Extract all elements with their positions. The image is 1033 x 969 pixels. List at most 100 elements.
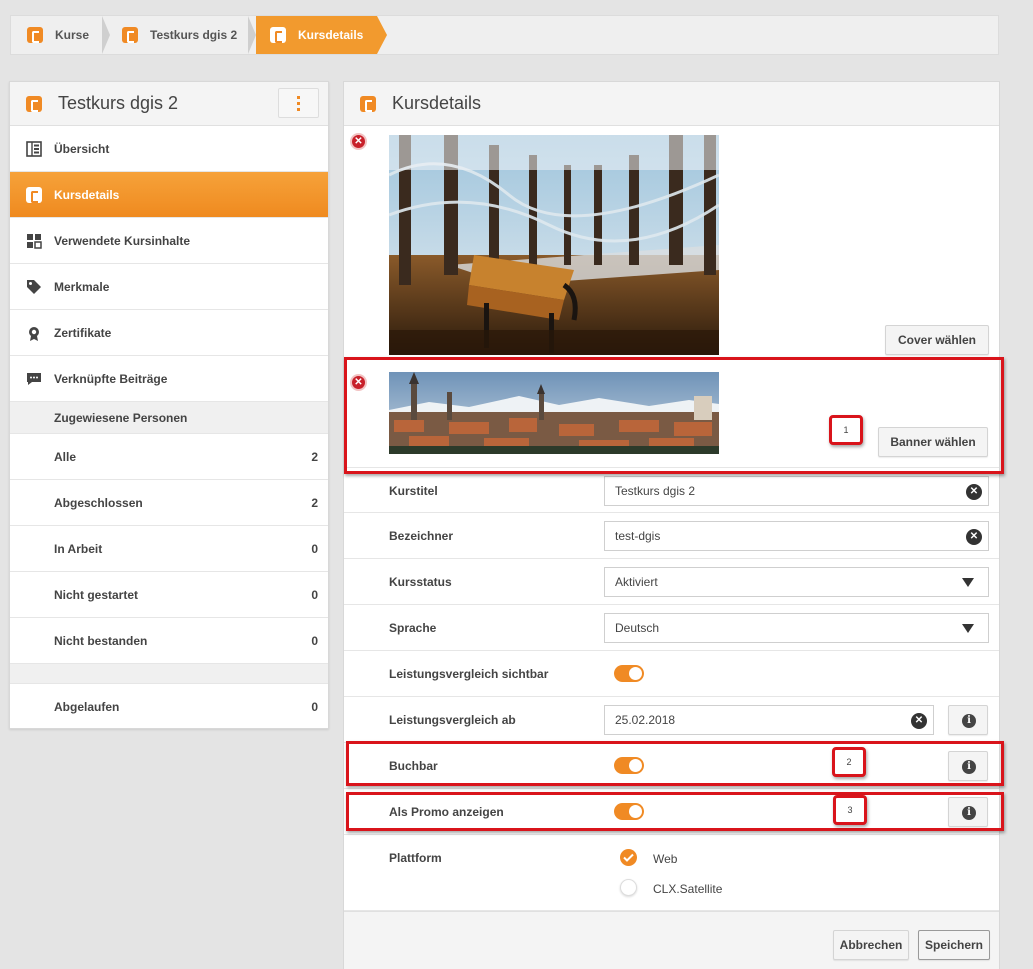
comparison-date-input[interactable]: 25.02.2018 ✕ [604, 705, 934, 735]
breadcrumb-course[interactable]: Testkurs dgis 2 [122, 16, 262, 54]
platform-web-checkbox[interactable] [620, 849, 637, 866]
count-item-abgelaufen[interactable]: Abgelaufen 0 [10, 684, 328, 730]
count-item-nicht-gestartet[interactable]: Nicht gestartet 0 [10, 572, 328, 618]
course-icon [360, 95, 376, 112]
count-item-nicht-bestanden[interactable]: Nicht bestanden 0 [10, 618, 328, 664]
sidebar-item-uebersicht[interactable]: Übersicht [10, 126, 328, 172]
breadcrumb-label: Kurse [55, 28, 90, 42]
count-label: Nicht gestartet [54, 587, 139, 602]
count-value: 0 [311, 633, 318, 648]
platform-satellite-checkbox[interactable] [620, 879, 637, 896]
count-item-abgeschlossen[interactable]: Abgeschlossen 2 [10, 480, 328, 526]
sidebar-title: Testkurs dgis 2 [58, 93, 179, 113]
form-row-sprache: Sprache Deutsch [344, 605, 999, 651]
content-icon [26, 233, 42, 249]
count-value: 2 [311, 495, 318, 510]
field-label: Kurstitel [389, 484, 438, 498]
identifier-input[interactable]: test-dgis ✕ [604, 521, 989, 551]
annotation-badge: 2 [832, 747, 866, 777]
count-value: 0 [311, 700, 318, 714]
input-value: 25.02.2018 [615, 713, 676, 727]
count-label: Nicht bestanden [54, 633, 148, 648]
kebab-menu-button[interactable] [278, 88, 319, 118]
breadcrumb: Kurse Testkurs dgis 2 Kursdetails [10, 15, 999, 55]
platform-option-label: CLX.Satellite [653, 882, 723, 896]
divider [10, 664, 328, 684]
course-status-select[interactable]: Aktiviert [604, 567, 989, 597]
caret-down-icon [962, 578, 974, 587]
clear-icon[interactable]: ✕ [911, 713, 927, 729]
form-row-leistung-ab: Leistungsvergleich ab 25.02.2018 ✕ i [344, 697, 999, 743]
form-row-bezeichner: Bezeichner test-dgis ✕ [344, 513, 999, 559]
language-select[interactable]: Deutsch [604, 613, 989, 643]
count-value: 0 [311, 541, 318, 556]
course-icon [26, 186, 42, 203]
sidebar-item-zertifikate[interactable]: Zertifikate [10, 310, 328, 356]
cancel-button[interactable]: Abbrechen [833, 930, 909, 960]
sidebar-header: Testkurs dgis 2 [10, 82, 328, 126]
certificate-icon [26, 325, 42, 341]
count-item-alle[interactable]: Alle 2 [10, 434, 328, 480]
tag-icon [26, 279, 42, 295]
course-icon [270, 27, 286, 43]
select-value: Deutsch [615, 621, 660, 635]
count-label: In Arbeit [54, 541, 103, 556]
course-title-input[interactable]: Testkurs dgis 2 ✕ [604, 476, 989, 506]
count-value: 2 [311, 449, 318, 464]
count-label: Abgeschlossen [54, 495, 143, 510]
clear-icon[interactable]: ✕ [966, 529, 982, 545]
input-value: Testkurs dgis 2 [615, 484, 696, 498]
field-label: Leistungsvergleich sichtbar [389, 667, 549, 681]
form-row-plattform: Plattform Web CLX.Satellite [344, 835, 999, 911]
input-value: test-dgis [615, 529, 661, 543]
form-row-leistung-sichtbar: Leistungsvergleich sichtbar [344, 651, 999, 697]
comparison-visible-toggle[interactable] [614, 665, 644, 682]
annotation-highlight-promo [346, 792, 1004, 831]
cover-image [389, 135, 719, 355]
annotation-highlight-banner [344, 357, 1004, 474]
choose-cover-button[interactable]: Cover wählen [885, 325, 989, 355]
save-button[interactable]: Speichern [918, 930, 990, 960]
caret-down-icon [962, 624, 974, 633]
course-icon [122, 27, 138, 43]
info-button[interactable]: i [948, 705, 988, 735]
breadcrumb-kursdetails[interactable]: Kursdetails [256, 16, 387, 54]
sidebar-item-label: Zertifikate [54, 325, 112, 340]
sidebar-item-label: Übersicht [54, 141, 110, 156]
breadcrumb-label: Testkurs dgis 2 [150, 28, 238, 42]
sidebar-item-label: Merkmale [54, 279, 110, 294]
select-value: Aktiviert [615, 575, 658, 589]
overview-icon [26, 140, 42, 157]
field-label: Kursstatus [389, 575, 452, 589]
sidebar-item-kursdetails[interactable]: Kursdetails [10, 172, 328, 218]
sidebar-item-label: Verwendete Kursinhalte [54, 233, 191, 248]
section-title-assigned: Zugewiesene Personen [10, 402, 328, 434]
breadcrumb-separator [102, 16, 112, 54]
count-label: Abgelaufen [54, 700, 120, 714]
course-icon [27, 27, 43, 43]
field-label: Sprache [389, 621, 437, 635]
sidebar-item-merkmale[interactable]: Merkmale [10, 264, 328, 310]
breadcrumb-kurse[interactable]: Kurse [27, 16, 107, 54]
panel-title: Kursdetails [392, 93, 482, 113]
field-label: Leistungsvergleich ab [389, 713, 516, 727]
field-label: Plattform [389, 851, 442, 865]
comment-icon [26, 371, 42, 387]
delete-cover-icon[interactable]: ✕ [350, 133, 367, 150]
clear-icon[interactable]: ✕ [966, 484, 982, 500]
count-label: Alle [54, 449, 77, 464]
sidebar-item-label: Kursdetails [54, 187, 120, 202]
annotation-badge: 1 [829, 415, 863, 445]
field-label: Bezeichner [389, 529, 454, 543]
platform-option-label: Web [653, 852, 678, 866]
course-sidebar: Testkurs dgis 2 Übersicht Kursdetails Ve… [9, 81, 329, 729]
count-item-in-arbeit[interactable]: In Arbeit 0 [10, 526, 328, 572]
sidebar-item-kursinhalte[interactable]: Verwendete Kursinhalte [10, 218, 328, 264]
sidebar-item-label: Verknüpfte Beiträge [54, 371, 168, 386]
count-value: 0 [311, 587, 318, 602]
annotation-highlight-bookable [346, 741, 1004, 786]
panel-footer: Abbrechen Speichern [344, 911, 999, 969]
panel-header: Kursdetails [344, 82, 999, 126]
sidebar-item-beitraege[interactable]: Verknüpfte Beiträge [10, 356, 328, 402]
course-icon [26, 95, 42, 112]
